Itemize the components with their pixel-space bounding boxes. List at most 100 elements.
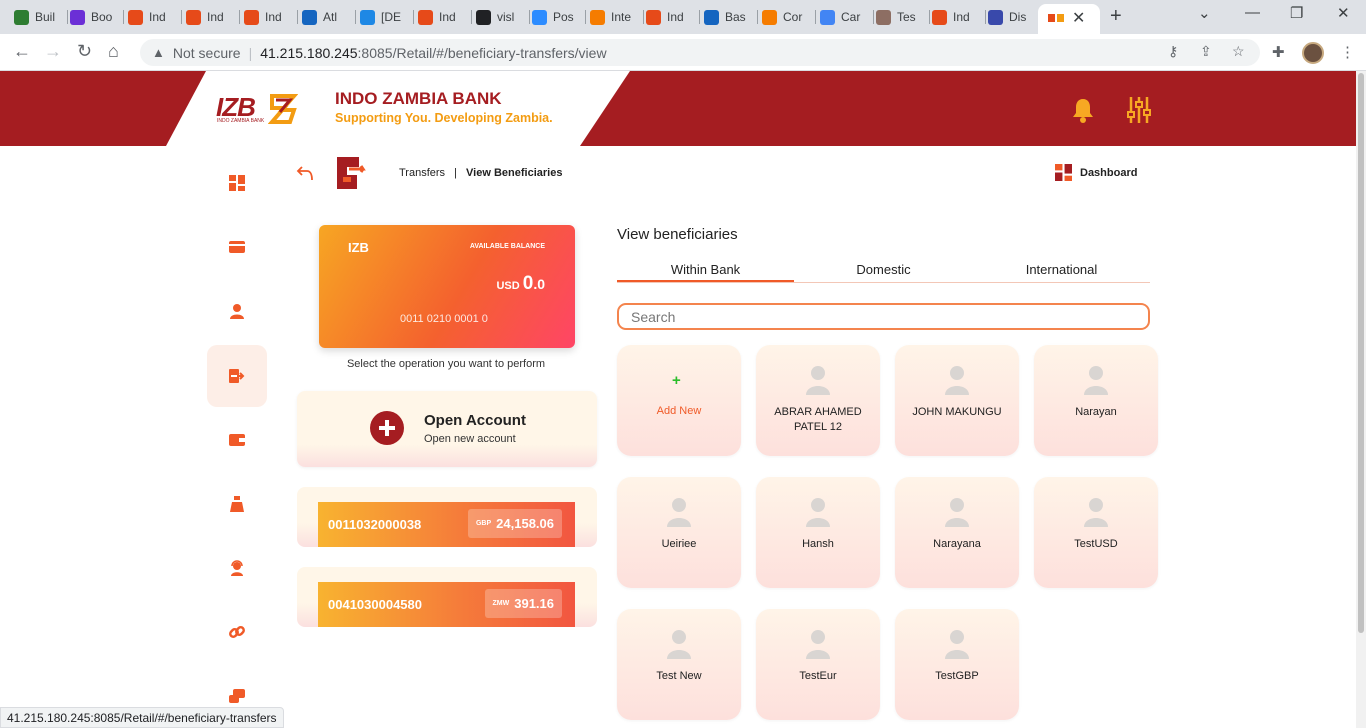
account-currency: GBP [475, 520, 492, 527]
balance-card[interactable]: IZB AVAILABLE BALANCE USD 0.0 0011 0210 … [319, 225, 575, 348]
scrollbar-thumb[interactable] [1358, 73, 1364, 633]
forward-icon[interactable]: → [44, 41, 62, 62]
active-tab[interactable]: ✕ [1038, 4, 1100, 34]
browser-tab[interactable]: Cor [762, 6, 816, 28]
person-placeholder-icon [806, 630, 830, 659]
account-number: 0041030004580 [328, 597, 422, 612]
back-arrow-icon[interactable] [296, 164, 314, 182]
transfers-logo-icon [337, 157, 366, 189]
sidebar-wallet[interactable] [207, 409, 267, 471]
beneficiary-card[interactable]: TestGBP [895, 609, 1019, 720]
beneficiary-card[interactable]: JOHN MAKUNGU [895, 345, 1019, 456]
close-tab-icon[interactable]: ✕ [1072, 8, 1085, 28]
tab-favicon-icon [762, 9, 777, 25]
sidebar-links[interactable] [207, 601, 267, 663]
browser-tab[interactable]: Ind [186, 6, 240, 28]
minimize-icon[interactable]: — [1245, 4, 1260, 21]
browser-toolbar: ← → ↻ ⌂ ▲ Not secure | 41.215.180.245 :8… [0, 34, 1366, 71]
back-icon[interactable]: ← [13, 41, 31, 62]
tab-domestic[interactable]: Domestic [795, 262, 972, 277]
browser-tab[interactable]: Inte [590, 6, 644, 28]
settings-sliders-icon[interactable] [1127, 96, 1151, 124]
extensions-icon[interactable]: ✚ [1272, 43, 1285, 61]
tab-favicon-icon [14, 9, 29, 25]
account-item[interactable]: 0011032000038 GBP 24,158.06 [297, 487, 597, 547]
restore-icon[interactable]: ❐ [1290, 4, 1303, 22]
add-new-beneficiary[interactable]: + Add New [617, 345, 741, 456]
search-input[interactable] [617, 303, 1150, 330]
tab-title: Car [841, 10, 861, 24]
tab-favicon-icon [476, 9, 491, 25]
add-new-label: Add New [656, 405, 702, 417]
browser-tab[interactable]: Ind [244, 6, 298, 28]
profile-avatar[interactable] [1302, 42, 1324, 64]
tab-separator [181, 10, 182, 24]
home-icon[interactable]: ⌂ [108, 41, 119, 62]
link-icon [229, 626, 245, 638]
notification-bell-icon[interactable] [1072, 97, 1094, 123]
breadcrumb-transfers[interactable]: Transfers [399, 167, 445, 179]
browser-tab[interactable]: Ind [646, 6, 700, 28]
tab-title: [DE [381, 10, 402, 24]
tab-favicon-icon [128, 9, 143, 25]
breadcrumb-current: View Beneficiaries [466, 167, 563, 179]
account-tile[interactable]: 0041030004580 ZMW 391.16 [318, 582, 575, 627]
browser-tab[interactable]: Bas [704, 6, 758, 28]
beneficiary-card[interactable]: TestEur [756, 609, 880, 720]
browser-tab[interactable]: Pos [532, 6, 586, 28]
sidebar-cards[interactable] [207, 216, 267, 278]
sidebar-savings[interactable] [207, 473, 267, 535]
close-window-icon[interactable]: ✕ [1337, 4, 1350, 22]
browser-tab[interactable]: Atl [302, 6, 356, 28]
browser-tab[interactable]: Tes [876, 6, 930, 28]
warning-icon: ▲ [152, 45, 165, 60]
key-icon[interactable]: ⚷ [1168, 43, 1178, 60]
person-placeholder-icon [806, 366, 830, 395]
tab-separator [815, 10, 816, 24]
browser-tab[interactable]: Ind [418, 6, 472, 28]
browser-tab[interactable]: [DE [360, 6, 414, 28]
tab-separator [873, 10, 874, 24]
url-host: 41.215.180.245 [260, 44, 358, 61]
browser-tab[interactable]: Ind [932, 6, 986, 28]
dashboard-link[interactable]: Dashboard [1055, 164, 1137, 181]
open-account-subtitle: Open new account [424, 433, 516, 445]
beneficiary-card[interactable]: Hansh [756, 477, 880, 588]
sidebar-support[interactable] [207, 537, 267, 599]
beneficiary-name: TestGBP [935, 670, 979, 682]
browser-tab[interactable]: visl [476, 6, 530, 28]
browser-tab[interactable]: Car [820, 6, 874, 28]
account-item[interactable]: 0041030004580 ZMW 391.16 [297, 567, 597, 627]
sidebar-profile[interactable] [207, 280, 267, 342]
browser-tab[interactable]: Dis [988, 6, 1042, 28]
tab-search-icon[interactable]: ⌄ [1198, 4, 1211, 22]
account-amount: 391.16 [514, 596, 554, 611]
account-tile[interactable]: 0011032000038 GBP 24,158.06 [318, 502, 575, 547]
beneficiary-card[interactable]: Narayan [1034, 345, 1158, 456]
beneficiary-card[interactable]: ABRAR AHAMED PATEL 12 [756, 345, 880, 456]
beneficiary-name: Ueiriee [661, 538, 697, 550]
tab-separator [297, 10, 298, 24]
browser-tab[interactable]: Boo [70, 6, 124, 28]
tab-separator [355, 10, 356, 24]
tab-within-bank[interactable]: Within Bank [617, 262, 794, 277]
tab-international[interactable]: International [973, 262, 1150, 277]
address-bar[interactable]: ▲ Not secure | 41.215.180.245 :8085/Reta… [140, 39, 1260, 66]
open-account-button[interactable]: Open Account Open new account [297, 391, 597, 467]
sidebar-transfers[interactable] [207, 345, 267, 407]
bookmark-star-icon[interactable]: ☆ [1232, 43, 1245, 60]
beneficiary-card[interactable]: Test New [617, 609, 741, 720]
browser-tab-strip: Buil Boo Ind Ind Ind Atl [DE Ind visl Pos Inte Ind B… [0, 0, 1366, 34]
browser-tab[interactable]: Ind [128, 6, 182, 28]
browser-menu-icon[interactable]: ⋮ [1340, 43, 1355, 61]
beneficiary-card[interactable]: Narayana [895, 477, 1019, 588]
share-icon[interactable]: ⇪ [1200, 43, 1212, 60]
browser-tab[interactable]: Buil [14, 6, 68, 28]
beneficiary-name: Test New [656, 670, 702, 682]
new-tab-button[interactable]: + [1110, 5, 1122, 28]
reload-icon[interactable]: ↻ [77, 41, 92, 62]
beneficiary-card[interactable]: Ueiriee [617, 477, 741, 588]
tab-title: Dis [1009, 10, 1027, 24]
sidebar-dashboard[interactable] [207, 152, 267, 214]
beneficiary-card[interactable]: TestUSD [1034, 477, 1158, 588]
